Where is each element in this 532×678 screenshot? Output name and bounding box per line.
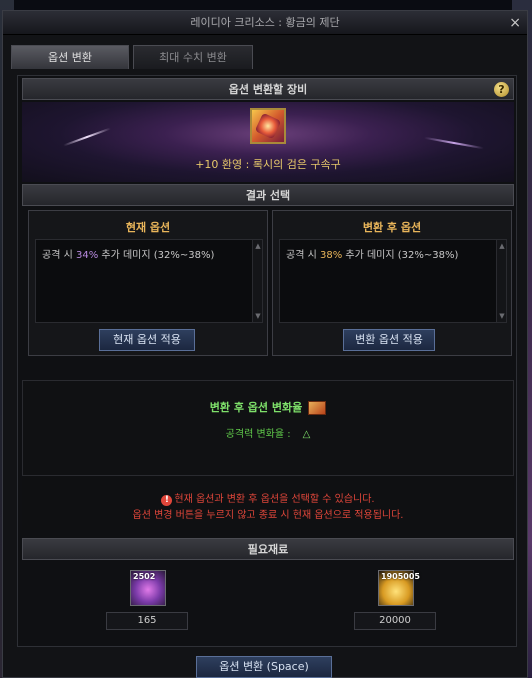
warning-area: ! 현재 옵션과 변환 후 옵션을 선택할 수 있습니다. 옵션 변경 버튼을 누… bbox=[22, 476, 514, 530]
option-value: 38% bbox=[319, 250, 343, 261]
after-option-title: 변환 후 옵션 bbox=[362, 221, 422, 234]
option-suffix: 추가 데미지 (32%~38%) bbox=[98, 250, 215, 261]
purple-crystal-icon[interactable]: 2502 bbox=[130, 570, 166, 606]
tab-option-transform[interactable]: 옵션 변환 bbox=[11, 45, 129, 69]
option-transform-window: 레이디아 크리소스 : 황금의 제단 × 옵션 변환 최대 수치 변환 옵션 변… bbox=[2, 10, 528, 678]
option-value: 34% bbox=[75, 250, 99, 261]
equipment-header-label: 옵션 변환할 장비 bbox=[228, 83, 308, 96]
attack-change-rate: 공격력 변화율 : △ bbox=[23, 425, 513, 440]
option-prefix: 공격 시 bbox=[42, 250, 76, 261]
apply-current-option-button[interactable]: 현재 옵션 적용 bbox=[99, 329, 195, 351]
material-badge: 2502 bbox=[133, 572, 156, 581]
after-option-panel: 변환 후 옵션 공격 시 38% 추가 데미지 (32%~38%) ▲ ▼ 변환… bbox=[272, 210, 512, 356]
book-icon[interactable] bbox=[308, 401, 327, 415]
current-option-title: 현재 옵션 bbox=[125, 221, 171, 234]
triangle-icon: △ bbox=[302, 429, 311, 440]
warning-text-1: 현재 옵션과 변환 후 옵션을 선택할 수 있습니다. bbox=[174, 494, 375, 505]
material-amount-field: 165 bbox=[106, 612, 188, 630]
scroll-down-icon[interactable]: ▼ bbox=[498, 312, 506, 320]
alert-icon: ! bbox=[161, 495, 173, 506]
light-streak bbox=[63, 127, 111, 147]
help-icon[interactable]: ? bbox=[494, 82, 509, 97]
change-rate-title-label: 변환 후 옵션 변화율 bbox=[209, 401, 303, 414]
after-option-text: 공격 시 38% 추가 데미지 (32%~38%) bbox=[286, 246, 458, 261]
materials-header: 필요재료 bbox=[22, 538, 514, 560]
current-option-panel: 현재 옵션 공격 시 34% 추가 데미지 (32%~38%) ▲ ▼ 현재 옵… bbox=[28, 210, 268, 356]
gold-coins-icon[interactable]: 1905005 bbox=[378, 570, 420, 606]
main-panel: 옵션 변환할 장비 ? +10 환영 : 록시의 검은 구속구 결과 선택 현재… bbox=[17, 75, 517, 647]
light-streak bbox=[424, 136, 484, 150]
equipment-item-name: +10 환영 : 록시의 검은 구속구 bbox=[195, 158, 341, 171]
attack-change-rate-label: 공격력 변화율 : bbox=[225, 429, 291, 440]
scroll-down-icon[interactable]: ▼ bbox=[254, 312, 262, 320]
equipment-slot-area: +10 환영 : 록시의 검은 구속구 bbox=[22, 102, 514, 182]
warning-line-1: ! 현재 옵션과 변환 후 옵션을 선택할 수 있습니다. bbox=[22, 490, 514, 506]
current-option-list[interactable]: 공격 시 34% 추가 데미지 (32%~38%) ▲ ▼ bbox=[35, 239, 263, 323]
scrollbar[interactable]: ▲ ▼ bbox=[252, 240, 262, 322]
material-badge: 1905005 bbox=[381, 572, 420, 581]
option-prefix: 공격 시 bbox=[286, 250, 320, 261]
apply-after-option-button[interactable]: 변환 옵션 적용 bbox=[343, 329, 435, 351]
equipment-header: 옵션 변환할 장비 ? bbox=[22, 78, 514, 100]
material-amount-field: 20000 bbox=[354, 612, 436, 630]
scroll-up-icon[interactable]: ▲ bbox=[498, 242, 506, 250]
materials-header-label: 필요재료 bbox=[247, 543, 289, 556]
current-option-text: 공격 시 34% 추가 데미지 (32%~38%) bbox=[42, 246, 214, 261]
result-header-label: 결과 선택 bbox=[245, 189, 291, 202]
scroll-up-icon[interactable]: ▲ bbox=[254, 242, 262, 250]
tab-max-value-transform[interactable]: 최대 수치 변환 bbox=[133, 45, 253, 69]
option-suffix: 추가 데미지 (32%~38%) bbox=[342, 250, 459, 261]
scrollbar[interactable]: ▲ ▼ bbox=[496, 240, 506, 322]
tab-bar: 옵션 변환 최대 수치 변환 bbox=[11, 45, 253, 69]
change-rate-area: 변환 후 옵션 변화율 공격력 변화율 : △ bbox=[22, 380, 514, 476]
change-rate-title: 변환 후 옵션 변화율 bbox=[23, 399, 513, 415]
window-titlebar[interactable]: 레이디아 크리소스 : 황금의 제단 × bbox=[3, 11, 527, 35]
warning-line-2: 옵션 변경 버튼을 누르지 않고 종료 시 현재 옵션으로 적용됩니다. bbox=[132, 510, 404, 521]
window-title: 레이디아 크리소스 : 황금의 제단 bbox=[190, 16, 340, 29]
equipment-item-icon[interactable] bbox=[250, 108, 286, 144]
close-icon[interactable]: × bbox=[509, 11, 521, 35]
option-transform-button[interactable]: 옵션 변환 (Space) bbox=[196, 656, 332, 678]
result-header: 결과 선택 bbox=[22, 184, 514, 206]
after-option-list[interactable]: 공격 시 38% 추가 데미지 (32%~38%) ▲ ▼ bbox=[279, 239, 507, 323]
